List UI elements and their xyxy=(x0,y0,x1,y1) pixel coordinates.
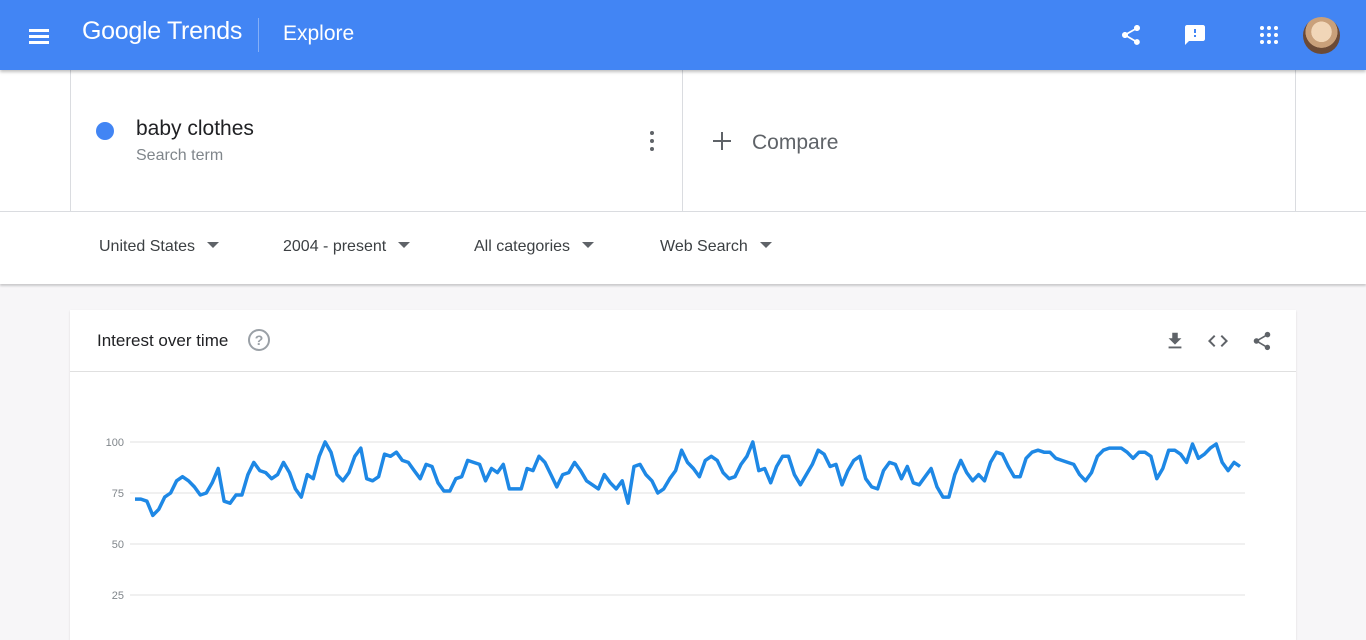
dropdown-arrow-icon xyxy=(207,241,220,248)
region-dropdown[interactable]: United States xyxy=(99,238,220,256)
category-dropdown[interactable]: All categories xyxy=(474,238,595,256)
dropdown-arrow-icon xyxy=(398,241,411,248)
more-options-icon[interactable] xyxy=(641,130,663,152)
card-header: Interest over time ? xyxy=(70,310,1296,372)
help-icon[interactable]: ? xyxy=(248,329,270,351)
embed-icon[interactable] xyxy=(1205,328,1231,354)
download-icon[interactable] xyxy=(1162,328,1188,354)
dropdown-arrow-icon xyxy=(759,241,772,248)
category-label: All categories xyxy=(474,238,571,255)
y-tick-label: 50 xyxy=(112,539,124,551)
avatar[interactable] xyxy=(1303,17,1340,54)
search-term-name[interactable]: baby clothes xyxy=(136,117,254,141)
series-color-dot xyxy=(96,122,114,140)
google-trends-logo[interactable]: Google Trends xyxy=(82,17,242,46)
card-title: Interest over time xyxy=(97,331,229,350)
plus-icon xyxy=(713,132,731,150)
compare-button[interactable]: Compare xyxy=(683,70,1296,212)
series-line-baby-clothes[interactable] xyxy=(135,440,1241,518)
menu-icon[interactable] xyxy=(24,21,54,51)
search-type-dropdown[interactable]: Web Search xyxy=(660,238,772,256)
interest-line-chart: 100 75 50 25 xyxy=(106,437,1245,602)
time-range-dropdown[interactable]: 2004 - present xyxy=(283,238,411,256)
apps-icon[interactable] xyxy=(1254,20,1284,50)
search-type-label: Web Search xyxy=(660,238,748,255)
feedback-icon[interactable] xyxy=(1180,20,1210,50)
page-title: Explore xyxy=(283,22,355,45)
y-tick-label: 25 xyxy=(112,590,124,602)
dropdown-arrow-icon xyxy=(582,241,595,248)
compare-label: Compare xyxy=(752,131,839,154)
search-term-card[interactable]: baby clothes Search term xyxy=(70,70,683,212)
region-label: United States xyxy=(99,238,196,255)
share-icon[interactable] xyxy=(1116,20,1146,50)
search-term-type: Search term xyxy=(136,147,224,164)
y-tick-label: 75 xyxy=(112,488,124,500)
interest-over-time-card: Interest over time ? 100 75 50 25 xyxy=(70,310,1296,640)
share-icon[interactable] xyxy=(1249,328,1275,354)
time-range-label: 2004 - present xyxy=(283,238,387,255)
search-terms-area: baby clothes Search term Compare xyxy=(0,70,1366,212)
y-tick-label: 100 xyxy=(106,437,124,449)
filter-bar: United States 2004 - present All categor… xyxy=(0,211,1366,284)
app-bar: Google Trends Explore xyxy=(0,0,1366,70)
header-divider xyxy=(258,18,259,52)
